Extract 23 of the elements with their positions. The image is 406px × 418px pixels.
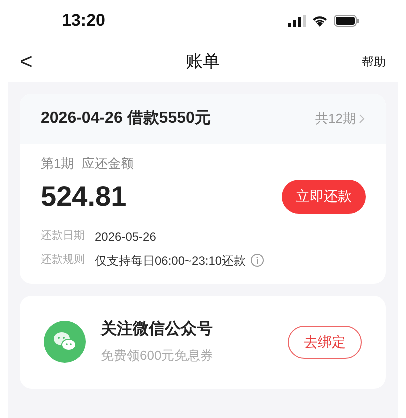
detail-value: 2026-05-26 <box>95 228 156 246</box>
promo-subtitle: 免费领600元免息券 <box>101 347 215 366</box>
battery-icon <box>334 15 360 27</box>
wifi-icon <box>312 15 328 27</box>
signal-icon <box>288 15 306 27</box>
detail-label: 还款日期 <box>41 229 85 244</box>
chevron-icon <box>359 114 365 124</box>
status-time: 13:20 <box>62 10 106 32</box>
info-icon[interactable] <box>251 254 264 267</box>
back-button[interactable]: < <box>20 51 33 73</box>
help-link[interactable]: 帮助 <box>362 53 386 71</box>
periods-link[interactable]: 共12期 <box>316 109 365 129</box>
detail-label: 还款规则 <box>41 253 85 268</box>
chat-bubbles-icon <box>44 321 86 363</box>
pay-now-button[interactable]: 立即还款 <box>282 180 366 214</box>
promo-title: 关注微信公众号 <box>101 319 214 340</box>
bind-button[interactable]: 去绑定 <box>288 326 362 358</box>
loan-summary: 2026-04-26 借款5550元 <box>41 109 211 129</box>
amount-due: 524.81 <box>41 182 127 210</box>
period-label: 第1期 <box>41 155 74 173</box>
due-label: 应还金额 <box>82 155 134 173</box>
detail-value: 仅支持每日06:00~23:10还款 <box>95 252 246 270</box>
page-title: 账单 <box>186 51 220 74</box>
